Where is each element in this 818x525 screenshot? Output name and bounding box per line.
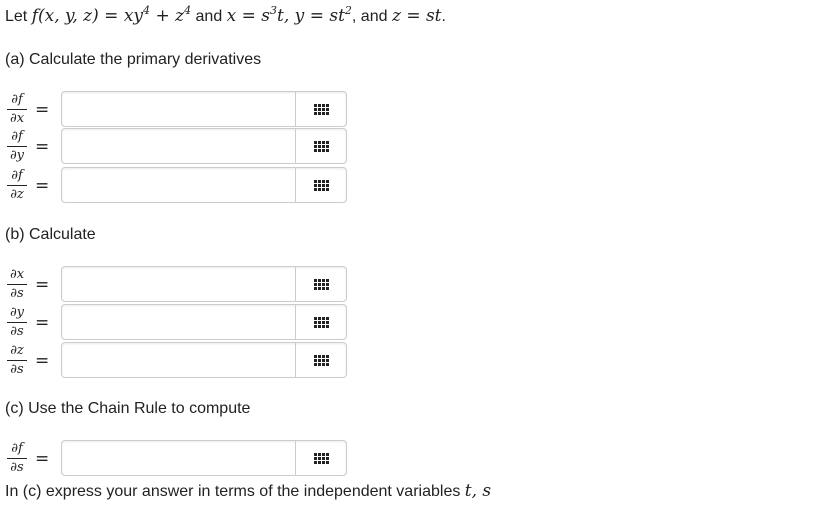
part-c-heading: (c) Use the Chain Rule to compute (5, 400, 251, 417)
fraction-denominator: ∂x (9, 111, 25, 126)
fraction-numerator: ∂x (9, 267, 25, 282)
grid-icon (314, 354, 329, 366)
grid-icon (314, 452, 329, 464)
part-a-row-3: ∂f ∂z = (5, 167, 350, 203)
equals-sign: = (104, 6, 119, 26)
fraction: ∂y ∂s (6, 304, 28, 340)
answer-box (61, 304, 347, 340)
function-definition: f(x, y, z) = xy4 + z4 (31, 4, 192, 26)
answer-box (61, 128, 347, 164)
part-b-row-2: ∂y ∂s = (5, 304, 350, 340)
part-a-row-2: ∂f ∂y = (5, 128, 350, 164)
part-a-heading: (a) Calculate the primary derivatives (5, 51, 262, 68)
function-lhs: f(x, y, z) (31, 6, 99, 26)
fraction-denominator: ∂s (10, 460, 24, 475)
part-b-row-3: ∂z ∂s = (5, 342, 350, 378)
fraction-bar (7, 284, 27, 285)
fraction-bar (7, 360, 27, 361)
keypad-button[interactable] (297, 92, 346, 126)
fraction-numerator: ∂y (9, 305, 25, 320)
fraction: ∂x ∂s (6, 266, 28, 302)
answer-input-dz-ds[interactable] (62, 343, 296, 377)
substitution-definitions: x = s3t, y = st2 (226, 4, 352, 26)
and-text-1: and (195, 8, 223, 25)
grid-icon (314, 140, 329, 152)
part-a-row-1: ∂f ∂x = (5, 91, 350, 127)
part-c-row-1: ∂f ∂s = (5, 440, 350, 476)
fraction: ∂f ∂x (6, 91, 28, 127)
equals-sign: = (35, 137, 50, 157)
part-b-row-1: ∂x ∂s = (5, 266, 350, 302)
fraction: ∂f ∂s (6, 440, 28, 476)
exponent-2: 4 (184, 4, 192, 17)
part-b-heading: (b) Calculate (5, 226, 96, 243)
y-definition: t, y = st (277, 6, 345, 26)
fraction-numerator: ∂f (11, 168, 23, 183)
answer-input-df-dx[interactable] (62, 92, 296, 126)
note-variables: t, s (464, 481, 492, 501)
equals-sign: = (35, 449, 50, 469)
equals-sign: = (35, 100, 50, 120)
answer-box (61, 91, 347, 127)
grid-icon (314, 179, 329, 191)
fraction-numerator: ∂f (11, 129, 23, 144)
keypad-button[interactable] (297, 305, 346, 339)
period: . (441, 8, 446, 25)
answer-box (61, 342, 347, 378)
function-term-1: xy (123, 6, 144, 26)
y-exponent: 2 (344, 4, 352, 17)
fraction-bar (7, 185, 27, 186)
fraction-denominator: ∂s (10, 324, 24, 339)
equals-sign: = (35, 313, 50, 333)
answer-input-dx-ds[interactable] (62, 267, 296, 301)
fraction-bar (7, 322, 27, 323)
grid-icon (314, 316, 329, 328)
problem-statement: Let f(x, y, z) = xy4 + z4 and x = s3t, y… (5, 4, 446, 26)
equals-sign: = (35, 176, 50, 196)
keypad-button[interactable] (297, 267, 346, 301)
note-text: In (c) express your answer in terms of t… (5, 483, 461, 500)
fraction-denominator: ∂s (10, 286, 24, 301)
keypad-button[interactable] (297, 343, 346, 377)
fraction-numerator: ∂z (10, 343, 24, 358)
fraction-bar (7, 146, 27, 147)
fraction-denominator: ∂z (10, 187, 24, 202)
equals-sign: = (35, 351, 50, 371)
grid-icon (314, 103, 329, 115)
let-text: Let (5, 8, 28, 25)
answer-input-df-ds[interactable] (62, 441, 296, 475)
exponent-1: 4 (143, 4, 151, 17)
keypad-button[interactable] (297, 129, 346, 163)
keypad-button[interactable] (297, 168, 346, 202)
fraction: ∂f ∂z (6, 167, 28, 203)
answer-box (61, 266, 347, 302)
fraction: ∂f ∂y (6, 128, 28, 164)
fraction-numerator: ∂f (11, 441, 23, 456)
answer-box (61, 167, 347, 203)
plus-sign: + (155, 6, 170, 26)
x-exponent: 3 (270, 4, 278, 17)
answer-input-df-dz[interactable] (62, 168, 296, 202)
grid-icon (314, 278, 329, 290)
z-definition: z = st (391, 6, 442, 26)
and-text-2: , and (351, 8, 388, 25)
answer-input-df-dy[interactable] (62, 129, 296, 163)
fraction-denominator: ∂y (9, 148, 25, 163)
equals-sign: = (35, 275, 50, 295)
answer-input-dy-ds[interactable] (62, 305, 296, 339)
fraction: ∂z ∂s (6, 342, 28, 378)
fraction-bar (7, 458, 27, 459)
x-definition: x = s (226, 6, 271, 26)
keypad-button[interactable] (297, 441, 346, 475)
fraction-numerator: ∂f (11, 92, 23, 107)
function-term-2: z (175, 6, 185, 26)
fraction-denominator: ∂s (10, 362, 24, 377)
fraction-bar (7, 109, 27, 110)
part-c-note: In (c) express your answer in terms of t… (5, 481, 491, 501)
answer-box (61, 440, 347, 476)
